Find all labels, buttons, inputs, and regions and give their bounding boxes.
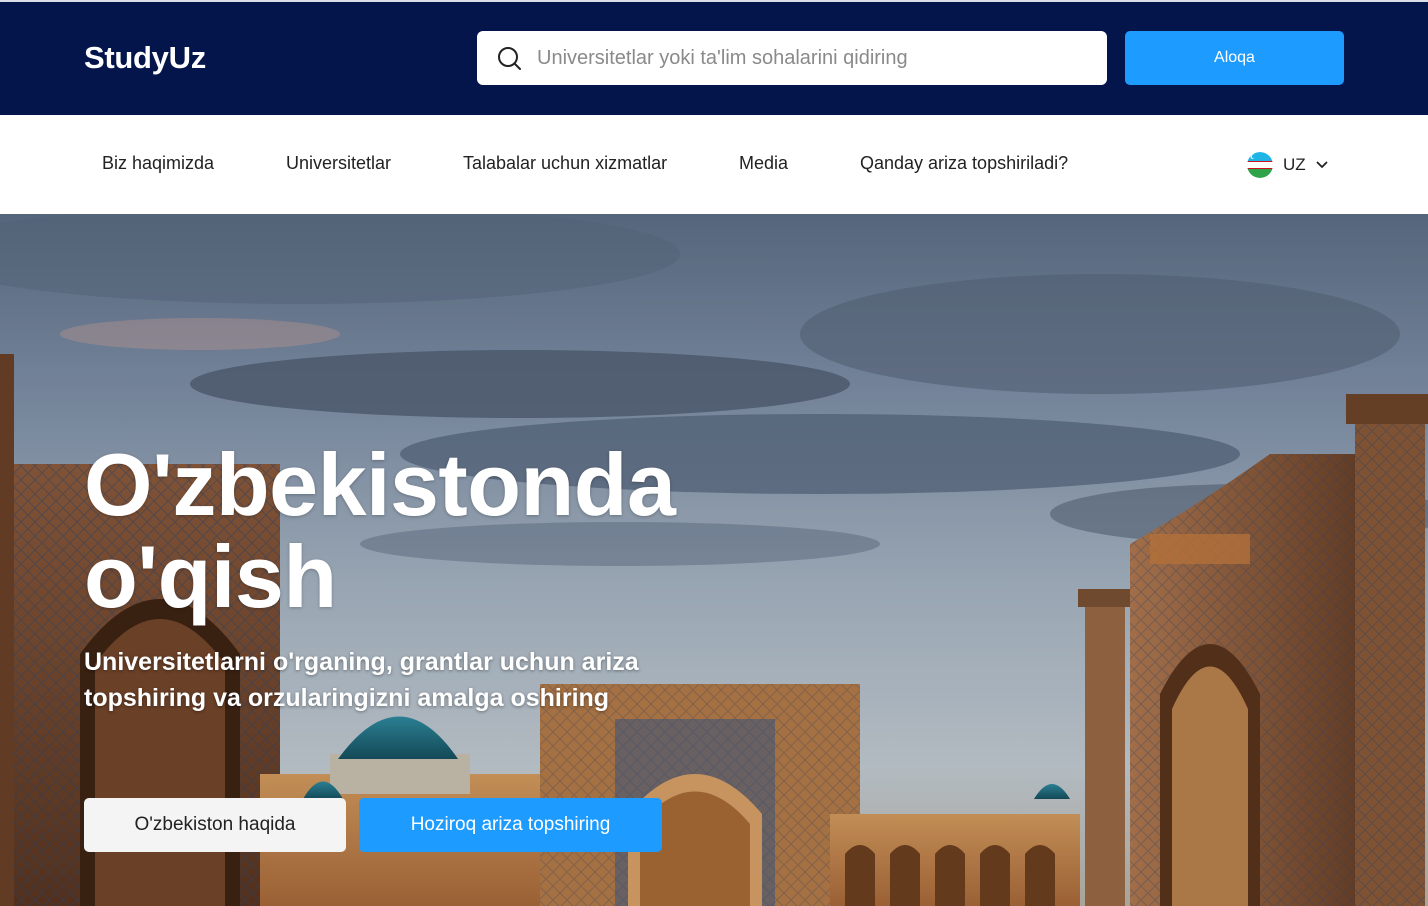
language-code: UZ — [1283, 155, 1306, 174]
search-input[interactable] — [537, 31, 1092, 85]
search-bar[interactable] — [477, 31, 1107, 85]
about-uzbekistan-button[interactable]: O'zbekiston haqida — [84, 798, 346, 852]
uzbekistan-flag-icon — [1247, 152, 1273, 178]
hero-section: O'zbekistonda o'qish Universitetlarni o'… — [0, 214, 1428, 906]
nav-item-media[interactable]: Media — [739, 153, 788, 174]
hero-subtitle: Universitetlarni o'rganing, grantlar uch… — [84, 648, 639, 712]
nav-item-student-services[interactable]: Talabalar uchun xizmatlar — [463, 153, 667, 174]
contact-button[interactable]: Aloqa — [1125, 31, 1344, 85]
nav-item-how-to-apply[interactable]: Qanday ariza topshiriladi? — [860, 153, 1068, 174]
language-selector[interactable]: UZ — [1247, 151, 1328, 179]
search-icon — [498, 47, 521, 70]
hero-title: O'zbekistonda o'qish — [84, 435, 676, 626]
main-nav: Biz haqimizda Universitetlar Talabalar u… — [0, 115, 1428, 214]
chevron-down-icon — [1316, 161, 1328, 168]
nav-item-about[interactable]: Biz haqimizda — [102, 153, 214, 174]
site-logo[interactable]: StudyUz — [84, 40, 206, 76]
apply-now-button[interactable]: Hoziroq ariza topshiring — [359, 798, 662, 852]
site-header: StudyUz Aloqa — [0, 2, 1428, 115]
nav-item-universities[interactable]: Universitetlar — [286, 153, 391, 174]
